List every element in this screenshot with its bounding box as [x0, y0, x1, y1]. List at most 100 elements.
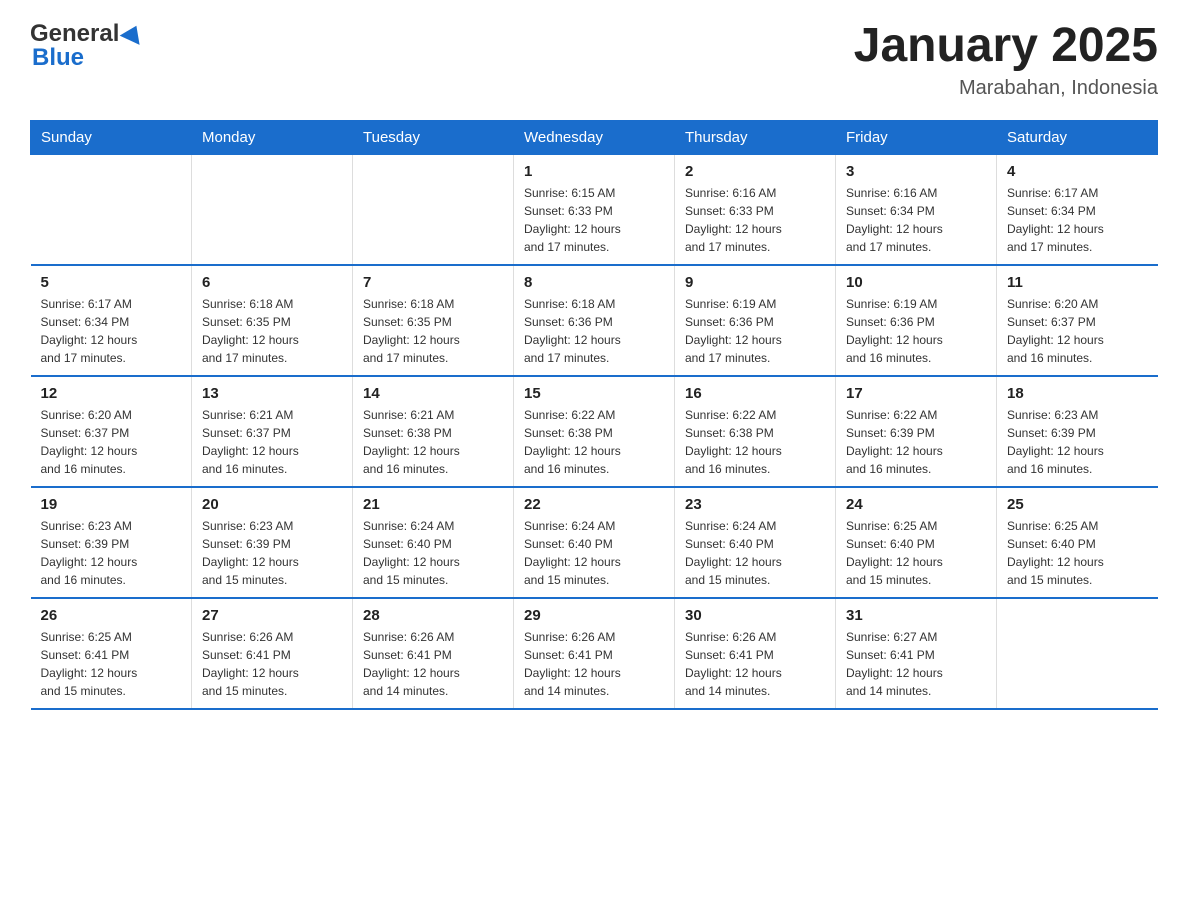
day-info: Sunrise: 6:20 AM Sunset: 6:37 PM Dayligh… [41, 406, 182, 478]
calendar-cell [192, 154, 353, 265]
header-row: SundayMondayTuesdayWednesdayThursdayFrid… [31, 120, 1158, 154]
logo-blue-text: Blue [30, 44, 84, 72]
calendar-cell: 25 Sunrise: 6:25 AM Sunset: 6:40 PM Dayli… [997, 487, 1158, 598]
day-info: Sunrise: 6:22 AM Sunset: 6:38 PM Dayligh… [524, 406, 664, 478]
header-day-saturday: Saturday [997, 120, 1158, 154]
calendar-cell: 7 Sunrise: 6:18 AM Sunset: 6:35 PM Daylig… [353, 265, 514, 376]
day-number: 11 [1007, 274, 1148, 291]
header-day-wednesday: Wednesday [514, 120, 675, 154]
day-number: 5 [41, 274, 182, 291]
calendar-cell [31, 154, 192, 265]
day-number: 23 [685, 496, 825, 513]
calendar-cell: 23 Sunrise: 6:24 AM Sunset: 6:40 PM Dayli… [675, 487, 836, 598]
calendar-cell: 31 Sunrise: 6:27 AM Sunset: 6:41 PM Dayli… [836, 598, 997, 709]
calendar-cell: 8Sunrise: 6:18 AM Sunset: 6:36 PM Daylig… [514, 265, 675, 376]
week-row-5: 26 Sunrise: 6:25 AM Sunset: 6:41 PM Dayli… [31, 598, 1158, 709]
calendar-cell [353, 154, 514, 265]
day-number: 7 [363, 274, 503, 291]
day-info: Sunrise: 6:26 AM Sunset: 6:41 PM Dayligh… [524, 628, 664, 700]
calendar-cell: 1 Sunrise: 6:15 AM Sunset: 6:33 PM Daylig… [514, 154, 675, 265]
day-number: 12 [41, 385, 182, 402]
calendar-cell: 29 Sunrise: 6:26 AM Sunset: 6:41 PM Dayli… [514, 598, 675, 709]
day-info: Sunrise: 6:26 AM Sunset: 6:41 PM Dayligh… [363, 628, 503, 700]
day-info: Sunrise: 6:25 AM Sunset: 6:40 PM Dayligh… [846, 517, 986, 589]
calendar-cell: 22 Sunrise: 6:24 AM Sunset: 6:40 PM Dayli… [514, 487, 675, 598]
week-row-4: 19 Sunrise: 6:23 AM Sunset: 6:39 PM Dayli… [31, 487, 1158, 598]
calendar-cell: 16Sunrise: 6:22 AM Sunset: 6:38 PM Dayli… [675, 376, 836, 487]
day-number: 2 [685, 163, 825, 180]
calendar-cell: 4 Sunrise: 6:17 AM Sunset: 6:34 PM Daylig… [997, 154, 1158, 265]
day-number: 29 [524, 607, 664, 624]
page-header: General Blue January 2025 Marabahan, Ind… [30, 20, 1158, 100]
day-number: 4 [1007, 163, 1148, 180]
day-info: Sunrise: 6:23 AM Sunset: 6:39 PM Dayligh… [202, 517, 342, 589]
week-row-2: 5 Sunrise: 6:17 AM Sunset: 6:34 PM Daylig… [31, 265, 1158, 376]
day-info: Sunrise: 6:26 AM Sunset: 6:41 PM Dayligh… [202, 628, 342, 700]
calendar-cell: 18 Sunrise: 6:23 AM Sunset: 6:39 PM Dayli… [997, 376, 1158, 487]
month-title: January 2025 [854, 20, 1158, 73]
day-number: 1 [524, 163, 664, 180]
calendar-cell: 11Sunrise: 6:20 AM Sunset: 6:37 PM Dayli… [997, 265, 1158, 376]
header-day-monday: Monday [192, 120, 353, 154]
day-info: Sunrise: 6:25 AM Sunset: 6:41 PM Dayligh… [41, 628, 182, 700]
calendar-cell: 13Sunrise: 6:21 AM Sunset: 6:37 PM Dayli… [192, 376, 353, 487]
calendar-cell: 27 Sunrise: 6:26 AM Sunset: 6:41 PM Dayli… [192, 598, 353, 709]
day-info: Sunrise: 6:24 AM Sunset: 6:40 PM Dayligh… [524, 517, 664, 589]
day-info: Sunrise: 6:17 AM Sunset: 6:34 PM Dayligh… [41, 295, 182, 367]
day-info: Sunrise: 6:15 AM Sunset: 6:33 PM Dayligh… [524, 184, 664, 256]
location-label: Marabahan, Indonesia [854, 77, 1158, 100]
day-info: Sunrise: 6:25 AM Sunset: 6:40 PM Dayligh… [1007, 517, 1148, 589]
day-info: Sunrise: 6:18 AM Sunset: 6:35 PM Dayligh… [363, 295, 503, 367]
day-info: Sunrise: 6:22 AM Sunset: 6:39 PM Dayligh… [846, 406, 986, 478]
day-info: Sunrise: 6:24 AM Sunset: 6:40 PM Dayligh… [363, 517, 503, 589]
calendar-cell: 24 Sunrise: 6:25 AM Sunset: 6:40 PM Dayli… [836, 487, 997, 598]
header-day-thursday: Thursday [675, 120, 836, 154]
day-info: Sunrise: 6:26 AM Sunset: 6:41 PM Dayligh… [685, 628, 825, 700]
day-number: 24 [846, 496, 986, 513]
day-info: Sunrise: 6:19 AM Sunset: 6:36 PM Dayligh… [846, 295, 986, 367]
header-day-friday: Friday [836, 120, 997, 154]
day-number: 8 [524, 274, 664, 291]
day-info: Sunrise: 6:21 AM Sunset: 6:38 PM Dayligh… [363, 406, 503, 478]
calendar-cell: 21Sunrise: 6:24 AM Sunset: 6:40 PM Dayli… [353, 487, 514, 598]
calendar-cell [997, 598, 1158, 709]
header-day-sunday: Sunday [31, 120, 192, 154]
day-number: 9 [685, 274, 825, 291]
day-number: 30 [685, 607, 825, 624]
day-info: Sunrise: 6:22 AM Sunset: 6:38 PM Dayligh… [685, 406, 825, 478]
day-number: 13 [202, 385, 342, 402]
day-number: 3 [846, 163, 986, 180]
day-number: 6 [202, 274, 342, 291]
calendar-cell: 14Sunrise: 6:21 AM Sunset: 6:38 PM Dayli… [353, 376, 514, 487]
calendar-cell: 12 Sunrise: 6:20 AM Sunset: 6:37 PM Dayli… [31, 376, 192, 487]
calendar-body: 1 Sunrise: 6:15 AM Sunset: 6:33 PM Daylig… [31, 154, 1158, 709]
day-number: 19 [41, 496, 182, 513]
day-number: 25 [1007, 496, 1148, 513]
day-info: Sunrise: 6:16 AM Sunset: 6:34 PM Dayligh… [846, 184, 986, 256]
day-info: Sunrise: 6:17 AM Sunset: 6:34 PM Dayligh… [1007, 184, 1148, 256]
calendar-cell: 17 Sunrise: 6:22 AM Sunset: 6:39 PM Dayli… [836, 376, 997, 487]
day-info: Sunrise: 6:16 AM Sunset: 6:33 PM Dayligh… [685, 184, 825, 256]
calendar-cell: 28Sunrise: 6:26 AM Sunset: 6:41 PM Dayli… [353, 598, 514, 709]
day-number: 22 [524, 496, 664, 513]
day-info: Sunrise: 6:18 AM Sunset: 6:35 PM Dayligh… [202, 295, 342, 367]
calendar-cell: 5 Sunrise: 6:17 AM Sunset: 6:34 PM Daylig… [31, 265, 192, 376]
day-info: Sunrise: 6:27 AM Sunset: 6:41 PM Dayligh… [846, 628, 986, 700]
calendar-cell: 20 Sunrise: 6:23 AM Sunset: 6:39 PM Dayli… [192, 487, 353, 598]
day-number: 26 [41, 607, 182, 624]
header-day-tuesday: Tuesday [353, 120, 514, 154]
day-number: 31 [846, 607, 986, 624]
day-info: Sunrise: 6:23 AM Sunset: 6:39 PM Dayligh… [1007, 406, 1148, 478]
day-number: 27 [202, 607, 342, 624]
day-number: 18 [1007, 385, 1148, 402]
day-number: 10 [846, 274, 986, 291]
week-row-1: 1 Sunrise: 6:15 AM Sunset: 6:33 PM Daylig… [31, 154, 1158, 265]
logo: General Blue [30, 20, 144, 72]
calendar-table: SundayMondayTuesdayWednesdayThursdayFrid… [30, 120, 1158, 710]
calendar-cell: 6 Sunrise: 6:18 AM Sunset: 6:35 PM Daylig… [192, 265, 353, 376]
day-number: 20 [202, 496, 342, 513]
day-number: 17 [846, 385, 986, 402]
day-info: Sunrise: 6:24 AM Sunset: 6:40 PM Dayligh… [685, 517, 825, 589]
week-row-3: 12 Sunrise: 6:20 AM Sunset: 6:37 PM Dayli… [31, 376, 1158, 487]
calendar-cell: 30 Sunrise: 6:26 AM Sunset: 6:41 PM Dayli… [675, 598, 836, 709]
